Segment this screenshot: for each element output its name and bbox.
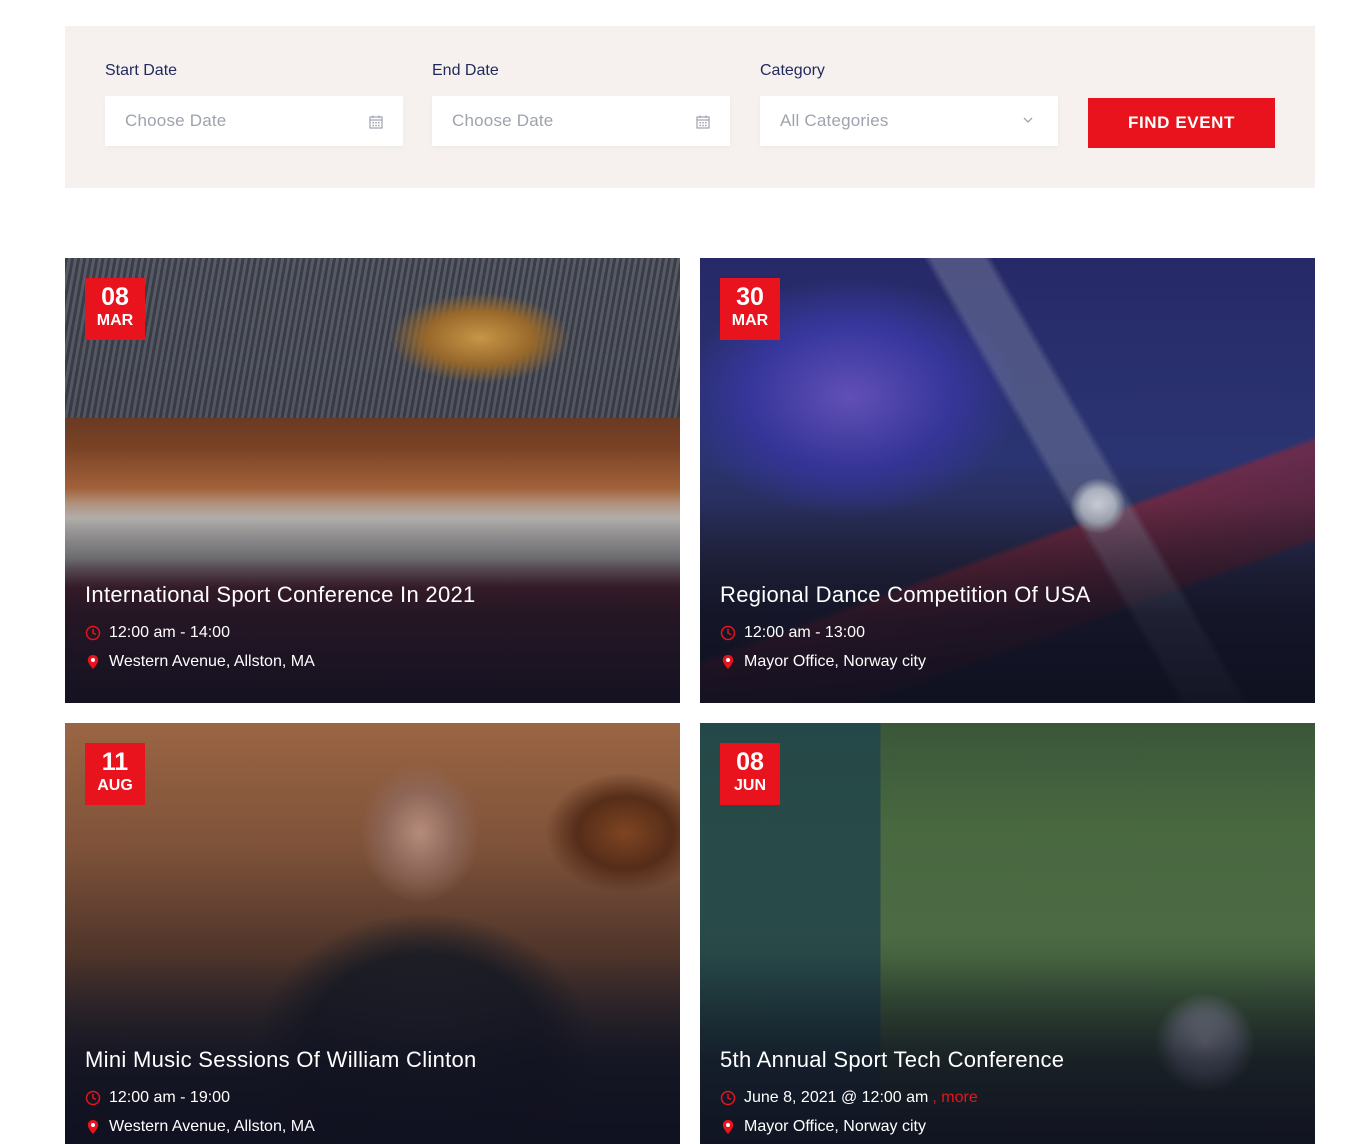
event-card[interactable]: 11 AUG Mini Music Sessions Of William Cl… [65,723,680,1144]
chevron-down-icon [1023,117,1033,123]
event-location-text: Western Avenue, Allston, MA [109,653,315,670]
more-dates-link[interactable]: , more [932,1089,977,1107]
category-selected-value: All Categories [780,111,889,130]
event-day: 08 [736,748,764,776]
event-title[interactable]: Regional Dance Competition Of USA [720,582,1091,608]
event-title[interactable]: 5th Annual Sport Tech Conference [720,1047,1064,1073]
map-pin-icon [87,1120,99,1134]
map-pin-icon [722,655,734,669]
event-card[interactable]: 08 JUN 5th Annual Sport Tech Conference … [700,723,1315,1144]
event-location-text: Western Avenue, Allston, MA [109,1118,315,1135]
event-card[interactable]: 08 MAR International Sport Conference In… [65,258,680,703]
event-time: June 8, 2021 @ 12:00 am , more [720,1089,978,1107]
event-location: Western Avenue, Allston, MA [85,1118,315,1136]
event-month: MAR [731,312,769,329]
event-location: Mayor Office, Norway city [720,653,926,671]
clock-icon [720,1090,736,1106]
date-badge: 30 MAR [720,278,780,340]
clock-icon [85,1090,101,1106]
event-time-text: 12:00 am - 19:00 [109,1089,230,1106]
event-time-text: 12:00 am - 14:00 [109,624,230,641]
event-title[interactable]: Mini Music Sessions Of William Clinton [85,1047,477,1073]
start-date-input[interactable]: Choose Date [105,96,403,146]
calendar-icon[interactable] [369,115,383,129]
event-day: 08 [101,283,129,311]
calendar-icon[interactable] [696,115,710,129]
event-month: MAR [96,312,134,329]
event-time: 12:00 am - 19:00 [85,1089,230,1107]
clock-icon [85,625,101,641]
event-time: 12:00 am - 13:00 [720,624,865,642]
event-filter-bar: Start Date Choose Date End Date Choose D… [65,26,1315,188]
event-day: 30 [736,283,764,311]
end-date-placeholder: Choose Date [452,111,554,130]
end-date-label: End Date [432,62,499,79]
event-card[interactable]: 30 MAR Regional Dance Competition Of USA… [700,258,1315,703]
event-location-text: Mayor Office, Norway city [744,1118,926,1135]
event-month: AUG [97,777,133,794]
event-day: 11 [101,748,129,776]
category-label: Category [760,62,825,79]
event-month: JUN [733,777,766,794]
event-time: 12:00 am - 14:00 [85,624,230,642]
date-badge: 08 JUN [720,743,780,805]
date-badge: 08 MAR [85,278,145,340]
event-location: Mayor Office, Norway city [720,1118,926,1136]
date-badge: 11 AUG [85,743,145,805]
find-event-button[interactable]: FIND EVENT [1088,98,1275,148]
start-date-placeholder: Choose Date [125,111,227,130]
start-date-field: Start Date Choose Date [105,62,403,146]
event-title[interactable]: International Sport Conference In 2021 [85,582,476,608]
end-date-input[interactable]: Choose Date [432,96,730,146]
category-select[interactable]: All Categories [760,96,1058,146]
map-pin-icon [722,1120,734,1134]
event-location: Western Avenue, Allston, MA [85,653,315,671]
clock-icon [720,625,736,641]
event-time-text: June 8, 2021 @ 12:00 am [744,1089,929,1106]
start-date-label: Start Date [105,62,178,79]
event-time-text: 12:00 am - 13:00 [744,624,865,641]
category-field: Category All Categories [760,62,1058,146]
end-date-field: End Date Choose Date [432,62,730,146]
map-pin-icon [87,655,99,669]
event-location-text: Mayor Office, Norway city [744,653,926,670]
